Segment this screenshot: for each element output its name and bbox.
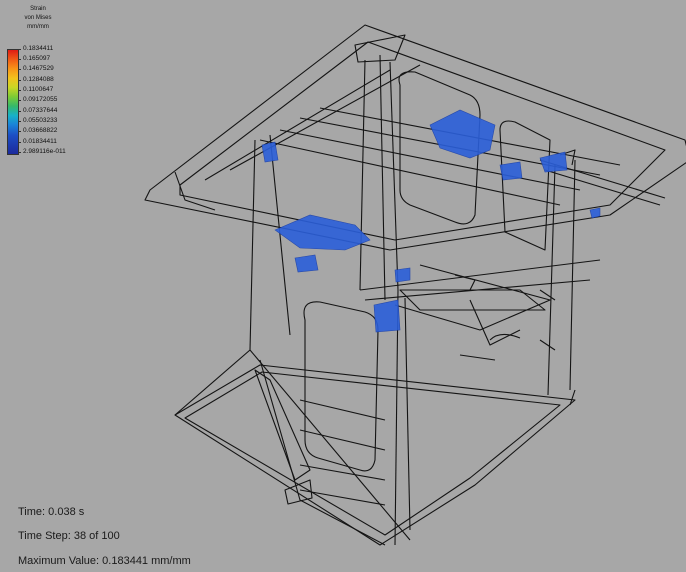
legend-value: 0.09172055 <box>23 96 58 103</box>
legend-tick <box>18 90 21 91</box>
legend-unit: mm/mm <box>27 24 49 30</box>
max-value-label: Maximum Value: <box>18 555 100 567</box>
legend-tick <box>18 59 21 60</box>
legend-value: 0.07337644 <box>23 107 58 114</box>
legend-tick <box>18 69 21 70</box>
legend-subtitle: von Mises <box>24 15 52 21</box>
legend-tick <box>18 111 21 112</box>
legend-value: 0.165097 <box>23 55 51 62</box>
legend-color-bar <box>7 49 19 155</box>
legend-tick <box>18 142 21 143</box>
legend-tick <box>18 152 21 153</box>
strain-hotspot-right <box>539 151 568 173</box>
legend-tick <box>18 80 21 81</box>
legend-value: 0.03668822 <box>23 127 58 134</box>
legend-tick <box>18 121 21 122</box>
strain-legend: Strain von Mises mm/mm 0.1834411 0.16509… <box>3 5 93 155</box>
legend-value: 0.1834411 <box>23 45 54 52</box>
time-step-label: Time Step: <box>18 530 71 542</box>
time-readout: Time: 0.038 s <box>18 506 84 518</box>
legend-tick <box>18 100 21 101</box>
legend-tick <box>18 49 21 50</box>
time-step-readout: Time Step: 38 of 100 <box>18 530 120 542</box>
time-label: Time: <box>18 506 46 518</box>
legend-value: 2.989116e-011 <box>23 148 66 155</box>
time-value: 0.038 s <box>48 506 85 518</box>
strain-hotspot-center <box>274 214 371 251</box>
time-step-value: 38 of 100 <box>73 530 120 542</box>
max-value-value: 0.183441 mm/mm <box>102 555 191 567</box>
legend-value: 0.01834411 <box>23 138 57 145</box>
strain-hotspot-top <box>429 109 496 159</box>
model-viewport[interactable] <box>0 0 686 572</box>
strain-hotspot-left <box>261 141 279 163</box>
legend-value: 0.05503233 <box>23 117 58 124</box>
legend-value: 0.1284088 <box>23 76 54 83</box>
strain-hotspot-post <box>373 299 401 333</box>
legend-tick <box>18 131 21 132</box>
max-value-readout: Maximum Value: 0.183441 mm/mm <box>18 555 191 567</box>
legend-value: 0.1467529 <box>23 65 54 72</box>
legend-value: 0.1100647 <box>23 86 54 93</box>
legend-title: Strain <box>30 6 46 12</box>
